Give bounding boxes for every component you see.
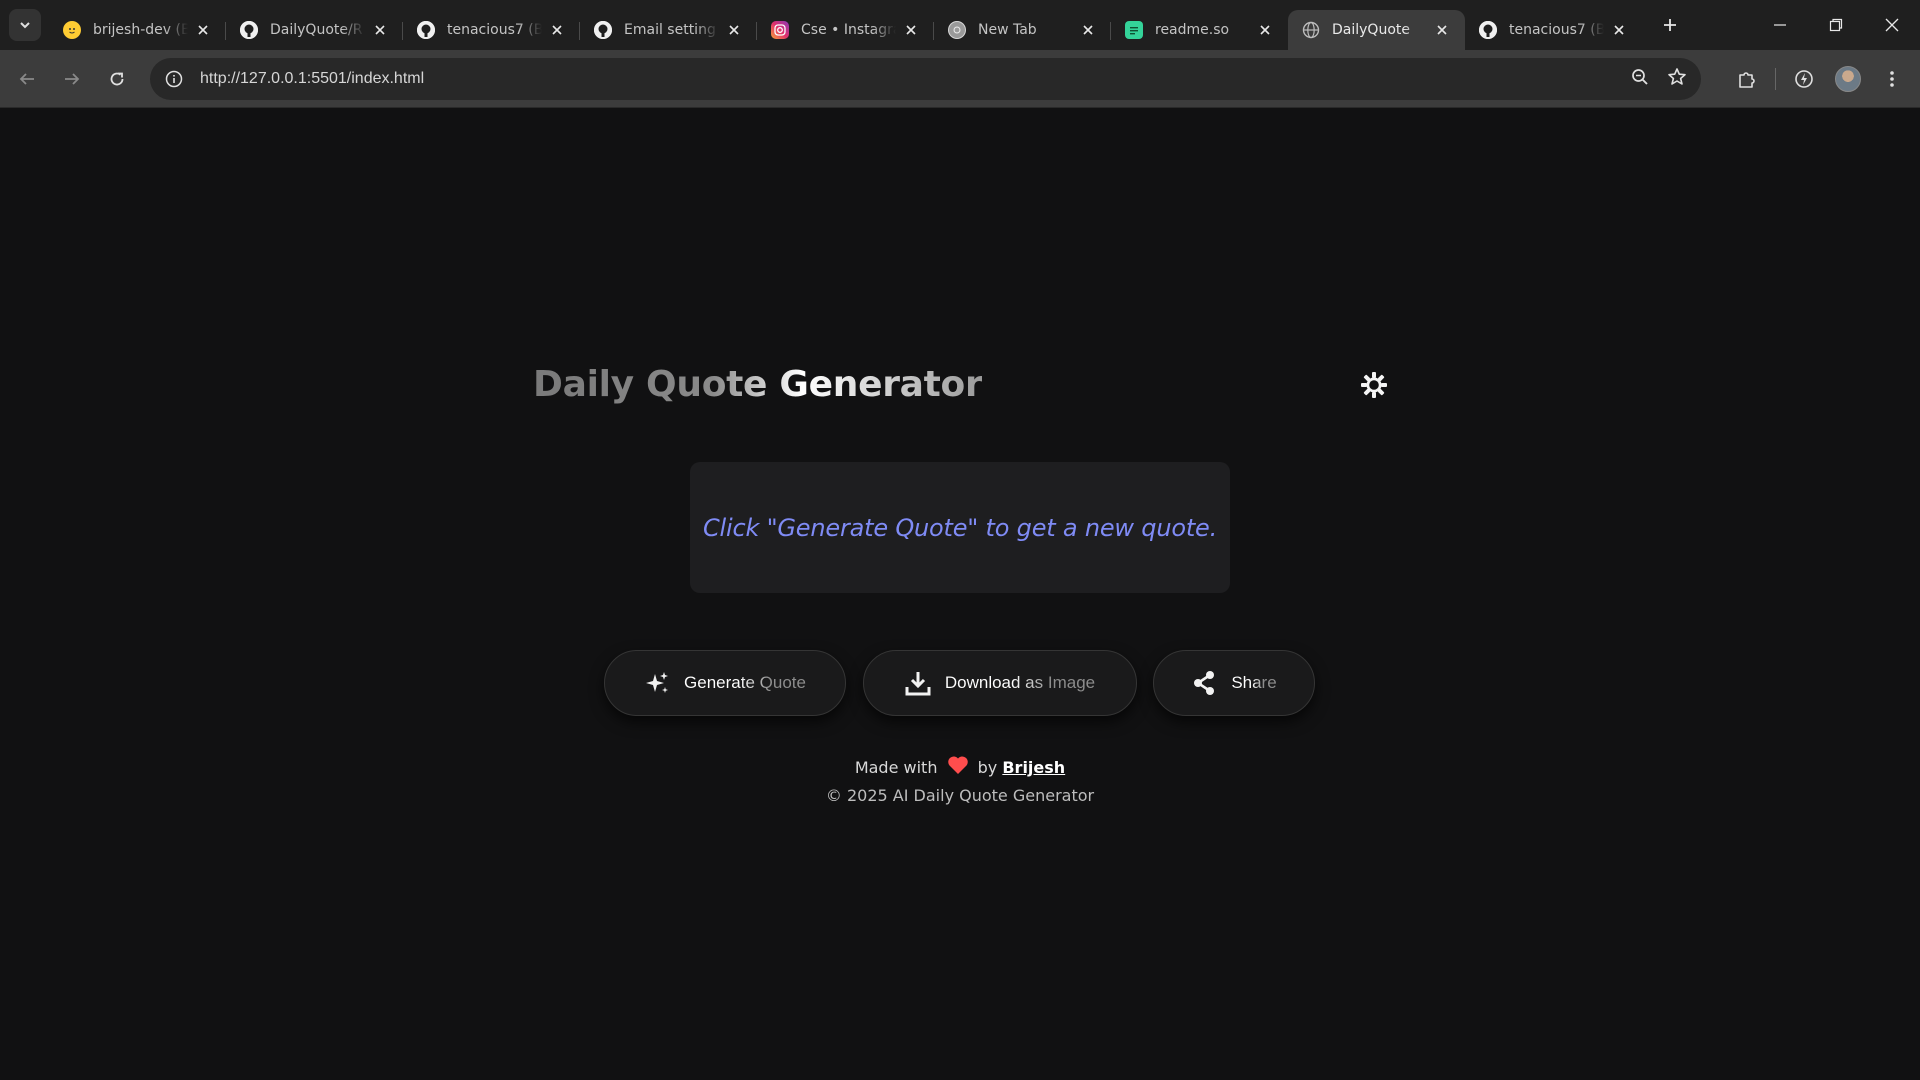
theme-toggle-button[interactable] bbox=[1359, 370, 1389, 400]
avatar bbox=[1835, 66, 1861, 92]
download-icon bbox=[905, 672, 931, 696]
generate-quote-button[interactable]: Generate Quote bbox=[604, 650, 846, 716]
minimize-button[interactable] bbox=[1752, 0, 1808, 50]
bookmark-star-icon[interactable] bbox=[1667, 67, 1687, 91]
more-vertical-icon bbox=[1890, 71, 1894, 87]
readme-icon bbox=[1125, 21, 1143, 39]
sparkles-icon bbox=[646, 672, 669, 693]
chrome-icon bbox=[948, 21, 966, 39]
browser-tab[interactable]: tenacious7 (B bbox=[403, 10, 580, 50]
download-image-button[interactable]: Download as Image bbox=[863, 650, 1137, 716]
browser-tab-active[interactable]: DailyQuote bbox=[1288, 10, 1465, 50]
extensions-button[interactable] bbox=[1729, 61, 1765, 97]
browser-tab[interactable]: brijesh-dev (B bbox=[49, 10, 226, 50]
close-icon[interactable] bbox=[1433, 21, 1451, 39]
site-info-icon[interactable] bbox=[162, 67, 186, 91]
reload-icon bbox=[110, 72, 124, 85]
download-image-label: Download as Image bbox=[944, 673, 1096, 692]
quote-card: Click "Generate Quote" to get a new quot… bbox=[690, 462, 1230, 593]
address-bar[interactable]: http://127.0.0.1:5501/index.html bbox=[150, 58, 1701, 100]
github-icon bbox=[417, 21, 435, 39]
forward-button[interactable] bbox=[54, 61, 90, 97]
window-controls bbox=[1752, 0, 1920, 50]
made-with-text: Made with bbox=[854, 758, 938, 777]
browser-tab[interactable]: readme.so bbox=[1111, 10, 1288, 50]
url-text[interactable]: http://127.0.0.1:5501/index.html bbox=[200, 70, 424, 88]
close-window-button[interactable] bbox=[1864, 0, 1920, 50]
chevron-down-icon bbox=[20, 22, 30, 29]
profile-button[interactable] bbox=[1830, 61, 1866, 97]
plus-icon bbox=[1664, 19, 1676, 31]
new-tab-button[interactable] bbox=[1654, 9, 1686, 41]
close-icon[interactable] bbox=[371, 21, 389, 39]
github-icon bbox=[1479, 21, 1497, 39]
instagram-icon bbox=[771, 21, 789, 39]
close-icon[interactable] bbox=[1610, 21, 1628, 39]
github-icon bbox=[594, 21, 612, 39]
browser-tab[interactable]: Cse • Instagra bbox=[757, 10, 934, 50]
quote-text: Click "Generate Quote" to get a new quot… bbox=[702, 513, 1218, 542]
toolbar-divider bbox=[1775, 68, 1776, 90]
tab-title: brijesh-dev (B bbox=[93, 22, 188, 38]
page-title: Daily Quote Generator bbox=[533, 364, 983, 405]
tab-title: tenacious7 (B bbox=[447, 22, 542, 38]
close-icon bbox=[1885, 18, 1899, 32]
author-link[interactable]: Brijesh bbox=[1002, 758, 1065, 777]
page-content: Daily Quote Generator Click "Generate Qu… bbox=[0, 108, 1920, 1080]
restore-button[interactable] bbox=[1808, 0, 1864, 50]
close-icon[interactable] bbox=[548, 21, 566, 39]
globe-icon bbox=[1302, 21, 1320, 39]
browser-tab[interactable]: tenacious7 (B bbox=[1465, 10, 1642, 50]
github-icon bbox=[240, 21, 258, 39]
arrow-right-icon bbox=[65, 72, 80, 85]
tab-title: tenacious7 (B bbox=[1509, 22, 1604, 38]
lightning-icon bbox=[1795, 70, 1813, 88]
browser-tab[interactable]: Email setting bbox=[580, 10, 757, 50]
tab-title: readme.so bbox=[1155, 22, 1230, 38]
tab-strip: brijesh-dev (B DailyQuote/R tenacious7 (… bbox=[0, 0, 1920, 50]
back-button[interactable] bbox=[9, 61, 45, 97]
share-icon bbox=[1194, 671, 1215, 695]
tab-title: DailyQuote/R bbox=[270, 22, 363, 38]
restore-icon bbox=[1829, 18, 1843, 32]
generate-quote-label: Generate Quote bbox=[684, 673, 806, 692]
by-text: by bbox=[977, 758, 998, 777]
tab-search-button[interactable] bbox=[9, 9, 41, 41]
footer-credit: Made with by Brijesh bbox=[0, 755, 1920, 779]
share-label: Share bbox=[1231, 673, 1277, 692]
reload-button[interactable] bbox=[99, 61, 135, 97]
browser-tab[interactable]: DailyQuote/R bbox=[226, 10, 403, 50]
close-icon[interactable] bbox=[1079, 21, 1097, 39]
tab-title: New Tab bbox=[978, 22, 1037, 38]
browser-toolbar: http://127.0.0.1:5501/index.html bbox=[0, 50, 1920, 108]
tab-title: DailyQuote bbox=[1332, 22, 1410, 38]
copyright-text: © 2025 AI Daily Quote Generator bbox=[825, 786, 1095, 805]
tab-title: Email setting bbox=[624, 22, 716, 38]
tab-title: Cse • Instagra bbox=[801, 22, 896, 38]
minimize-icon bbox=[1774, 24, 1786, 26]
close-icon[interactable] bbox=[1256, 21, 1274, 39]
sun-icon bbox=[1361, 372, 1387, 398]
puzzle-icon bbox=[1739, 72, 1755, 88]
close-icon[interactable] bbox=[194, 21, 212, 39]
browser-tab[interactable]: New Tab bbox=[934, 10, 1111, 50]
heart-icon bbox=[947, 755, 969, 779]
close-icon[interactable] bbox=[725, 21, 743, 39]
arrow-left-icon bbox=[19, 72, 34, 85]
performance-button[interactable] bbox=[1786, 61, 1822, 97]
close-icon[interactable] bbox=[902, 21, 920, 39]
share-button[interactable]: Share bbox=[1153, 650, 1315, 716]
hugging-face-icon bbox=[63, 21, 81, 39]
menu-button[interactable] bbox=[1874, 61, 1910, 97]
zoom-icon[interactable] bbox=[1631, 68, 1649, 90]
